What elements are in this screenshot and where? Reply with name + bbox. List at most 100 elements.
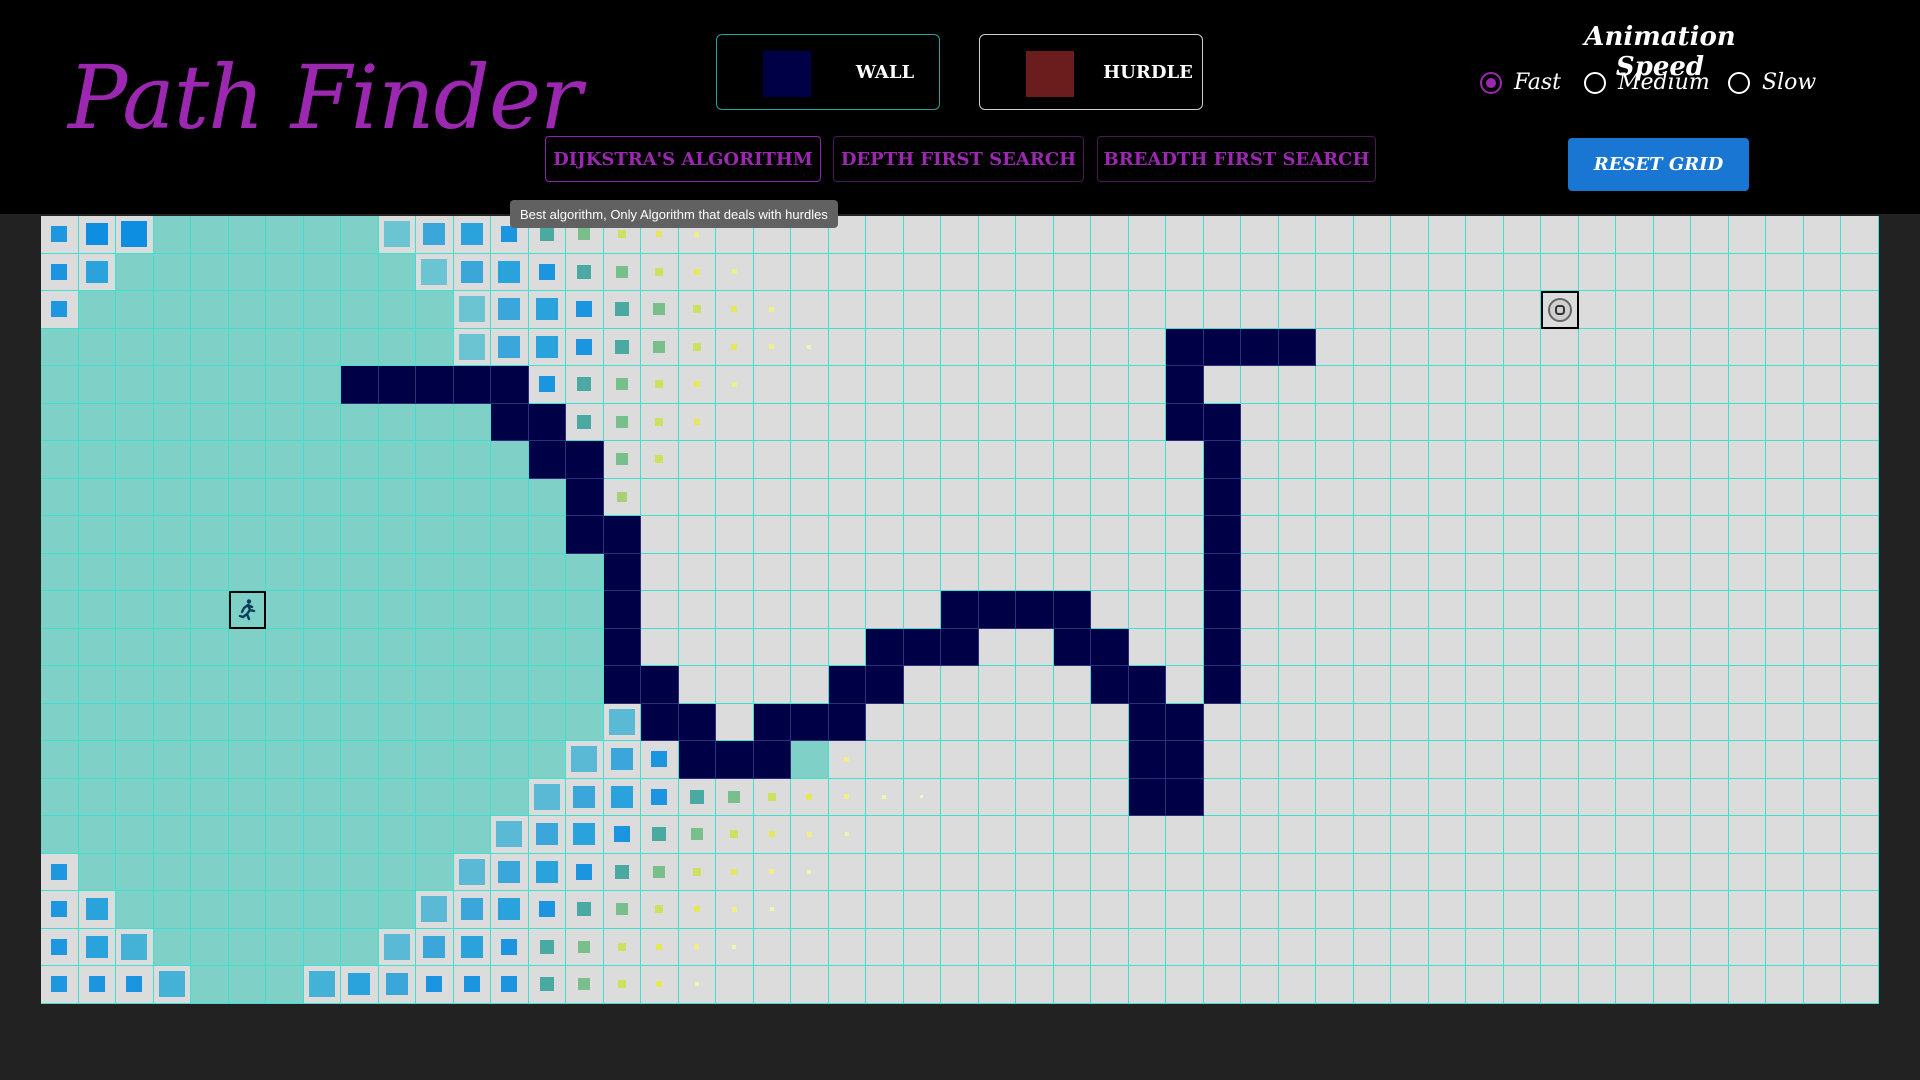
wall-cell[interactable] <box>416 366 454 404</box>
hurdle-selector[interactable]: HURDLE <box>979 34 1203 110</box>
grid-cell[interactable] <box>1503 853 1541 891</box>
grid-cell[interactable] <box>1391 516 1429 554</box>
visited-cell[interactable] <box>153 778 191 816</box>
grid-cell[interactable] <box>1241 666 1279 704</box>
frontier-cell[interactable] <box>866 778 904 816</box>
visited-cell[interactable] <box>303 703 341 741</box>
grid-cell[interactable] <box>1653 366 1691 404</box>
visited-cell[interactable] <box>303 216 341 254</box>
grid-cell[interactable] <box>1616 403 1654 441</box>
frontier-cell[interactable] <box>603 328 641 366</box>
grid-cell[interactable] <box>641 478 679 516</box>
visited-cell[interactable] <box>228 516 266 554</box>
visited-cell[interactable] <box>153 891 191 929</box>
grid-cell[interactable] <box>1803 966 1841 1004</box>
frontier-cell[interactable] <box>566 403 604 441</box>
wall-cell[interactable] <box>1053 628 1091 666</box>
grid-cell[interactable] <box>1016 628 1054 666</box>
frontier-cell[interactable] <box>678 778 716 816</box>
grid-cell[interactable] <box>1128 291 1166 329</box>
visited-cell[interactable] <box>378 891 416 929</box>
visited-cell[interactable] <box>41 328 79 366</box>
grid-cell[interactable] <box>1391 478 1429 516</box>
grid-cell[interactable] <box>1653 741 1691 779</box>
visited-cell[interactable] <box>341 403 379 441</box>
frontier-cell[interactable] <box>378 216 416 254</box>
grid-cell[interactable] <box>1203 291 1241 329</box>
frontier-cell[interactable] <box>641 741 679 779</box>
grid-cell[interactable] <box>791 553 829 591</box>
grid-cell[interactable] <box>1428 591 1466 629</box>
grid-cell[interactable] <box>1578 366 1616 404</box>
visited-cell[interactable] <box>378 291 416 329</box>
grid-cell[interactable] <box>1541 966 1579 1004</box>
visited-cell[interactable] <box>416 516 454 554</box>
visited-cell[interactable] <box>78 441 116 479</box>
visited-cell[interactable] <box>41 591 79 629</box>
visited-cell[interactable] <box>191 478 229 516</box>
grid-cell[interactable] <box>1128 516 1166 554</box>
grid-cell[interactable] <box>1841 478 1879 516</box>
visited-cell[interactable] <box>416 778 454 816</box>
visited-cell[interactable] <box>341 291 379 329</box>
grid-cell[interactable] <box>828 328 866 366</box>
frontier-cell[interactable] <box>116 216 154 254</box>
grid-cell[interactable] <box>1728 853 1766 891</box>
visited-cell[interactable] <box>153 366 191 404</box>
grid-cell[interactable] <box>1803 403 1841 441</box>
frontier-cell[interactable] <box>566 853 604 891</box>
grid-cell[interactable] <box>1541 553 1579 591</box>
grid-cell[interactable] <box>903 253 941 291</box>
grid-cell[interactable] <box>678 666 716 704</box>
visited-cell[interactable] <box>78 666 116 704</box>
grid-cell[interactable] <box>1616 516 1654 554</box>
grid-cell[interactable] <box>1128 853 1166 891</box>
visited-cell[interactable] <box>228 441 266 479</box>
visited-cell[interactable] <box>153 816 191 854</box>
grid-cell[interactable] <box>1241 778 1279 816</box>
grid-cell[interactable] <box>1016 403 1054 441</box>
grid-cell[interactable] <box>941 891 979 929</box>
visited-cell[interactable] <box>191 966 229 1004</box>
grid-cell[interactable] <box>1091 253 1129 291</box>
grid-cell[interactable] <box>1091 741 1129 779</box>
visited-cell[interactable] <box>41 778 79 816</box>
visited-cell[interactable] <box>191 591 229 629</box>
grid-cell[interactable] <box>1053 703 1091 741</box>
frontier-cell[interactable] <box>603 853 641 891</box>
frontier-cell[interactable] <box>41 216 79 254</box>
grid-cell[interactable] <box>1803 366 1841 404</box>
grid-cell[interactable] <box>1766 291 1804 329</box>
grid-cell[interactable] <box>1166 891 1204 929</box>
grid-cell[interactable] <box>1391 291 1429 329</box>
visited-cell[interactable] <box>153 553 191 591</box>
grid-cell[interactable] <box>1728 478 1766 516</box>
grid-cell[interactable] <box>1841 253 1879 291</box>
grid-cell[interactable] <box>1841 741 1879 779</box>
wall-cell[interactable] <box>678 703 716 741</box>
visited-cell[interactable] <box>153 478 191 516</box>
visited-cell[interactable] <box>416 291 454 329</box>
visited-cell[interactable] <box>416 703 454 741</box>
visited-cell[interactable] <box>303 253 341 291</box>
grid-cell[interactable] <box>1653 216 1691 254</box>
visited-cell[interactable] <box>266 891 304 929</box>
grid-cell[interactable] <box>1766 441 1804 479</box>
frontier-cell[interactable] <box>41 853 79 891</box>
grid-cell[interactable] <box>1766 741 1804 779</box>
grid-cell[interactable] <box>1466 741 1504 779</box>
frontier-cell[interactable] <box>566 328 604 366</box>
grid-cell[interactable] <box>1841 853 1879 891</box>
grid-cell[interactable] <box>678 478 716 516</box>
wall-cell[interactable] <box>641 703 679 741</box>
frontier-cell[interactable] <box>603 966 641 1004</box>
grid-cell[interactable] <box>941 291 979 329</box>
grid-cell[interactable] <box>1241 891 1279 929</box>
wall-cell[interactable] <box>641 666 679 704</box>
grid-cell[interactable] <box>1616 366 1654 404</box>
frontier-cell[interactable] <box>566 966 604 1004</box>
visited-cell[interactable] <box>228 553 266 591</box>
grid-cell[interactable] <box>1241 366 1279 404</box>
visited-cell[interactable] <box>228 741 266 779</box>
visited-cell[interactable] <box>153 928 191 966</box>
